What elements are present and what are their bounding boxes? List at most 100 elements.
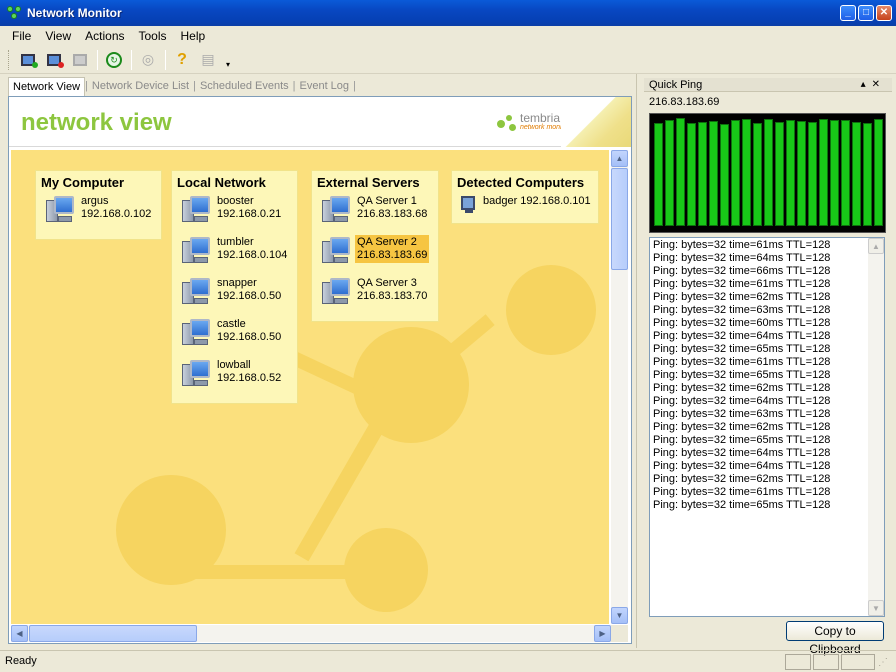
ping-bar <box>731 120 740 226</box>
device-qa-server-1[interactable]: QA Server 1 216.83.183.68 <box>312 191 438 232</box>
group-my-computer: My Computer argus 192.168.0.102 <box>35 170 162 240</box>
status-text: Ready <box>5 655 37 667</box>
log-line: Ping: bytes=32 time=62ms TTL=128 <box>653 421 831 433</box>
ping-bar <box>852 122 861 226</box>
copy-to-clipboard-button[interactable]: Copy to Clipboard <box>786 621 884 656</box>
log-line: Ping: bytes=32 time=64ms TTL=128 <box>653 460 831 472</box>
device-castle[interactable]: castle 192.168.0.50 <box>172 314 297 355</box>
device-name: castle <box>217 318 246 330</box>
toolbar-dropdown-icon[interactable]: ▾ <box>223 54 233 76</box>
refresh-icon[interactable]: ↻ <box>103 49 125 71</box>
computer-icon <box>320 194 352 226</box>
collapse-icon[interactable]: ▴ <box>861 79 872 90</box>
log-line: Ping: bytes=32 time=64ms TTL=128 <box>653 330 831 342</box>
device-ip: 216.83.183.68 <box>357 208 428 220</box>
device-ip: 192.168.0.50 <box>217 331 282 343</box>
log-line: Ping: bytes=32 time=64ms TTL=128 <box>653 252 831 264</box>
group-title: Detected Computers <box>457 175 585 190</box>
scroll-left-button[interactable]: ◀ <box>11 625 28 642</box>
scroll-right-button[interactable]: ▶ <box>594 625 611 642</box>
log-line: Ping: bytes=32 time=61ms TTL=128 <box>653 356 831 368</box>
computer-icon <box>180 276 212 308</box>
device-ip: 192.168.0.102 <box>81 208 152 220</box>
vertical-scrollbar[interactable]: ▲ ▼ <box>611 150 628 624</box>
add-device-icon[interactable] <box>17 49 39 71</box>
ping-bar <box>676 118 685 226</box>
tab-network-device-list[interactable]: Network Device List <box>88 80 193 92</box>
network-canvas[interactable]: My Computer argus 192.168.0.102 Local Net… <box>11 150 609 624</box>
title-bar: Network Monitor _ □ ✕ <box>0 0 896 26</box>
device-tumbler[interactable]: tumbler 192.168.0.104 <box>172 232 297 273</box>
scroll-thumb[interactable] <box>29 625 197 642</box>
device-name: QA Server 1 <box>357 195 417 207</box>
toolbar-grip[interactable] <box>8 49 11 70</box>
device-ip: 216.83.183.70 <box>357 290 428 302</box>
ping-log-list[interactable]: Ping: bytes=32 time=61ms TTL=128 Ping: by… <box>649 237 885 617</box>
app-network-icon <box>7 6 21 20</box>
help-icon[interactable]: ? <box>171 49 193 71</box>
window-title: Network Monitor <box>27 6 122 20</box>
ping-bar <box>819 119 828 226</box>
ping-bar <box>687 123 696 226</box>
device-ip: 216.83.183.69 <box>357 249 428 261</box>
log-scrollbar[interactable]: ▲ ▼ <box>868 238 884 616</box>
log-line: Ping: bytes=32 time=65ms TTL=128 <box>653 343 831 355</box>
scroll-down-button[interactable]: ▼ <box>868 600 884 616</box>
device-booster[interactable]: booster 192.168.0.21 <box>172 191 297 232</box>
tab-event-log[interactable]: Event Log <box>296 80 354 92</box>
device-ip: 192.168.0.21 <box>217 208 282 220</box>
log-line: Ping: bytes=32 time=64ms TTL=128 <box>653 395 831 407</box>
quick-ping-header: Quick Ping ▴✕ <box>644 78 892 92</box>
tab-network-view[interactable]: Network View <box>8 76 86 96</box>
log-line: Ping: bytes=32 time=62ms TTL=128 <box>653 382 831 394</box>
device-argus[interactable]: argus 192.168.0.102 <box>36 191 161 232</box>
device-name: snapper <box>217 277 257 289</box>
print-icon[interactable]: ▤ <box>197 49 219 71</box>
device-label: badger 192.168.0.101 <box>483 195 591 207</box>
menu-file[interactable]: File <box>12 29 31 43</box>
ping-bar <box>830 120 839 226</box>
ping-bar <box>775 122 784 226</box>
device-badger[interactable]: badger 192.168.0.101 <box>452 191 598 232</box>
menu-view[interactable]: View <box>45 29 71 43</box>
banner-decoration <box>561 97 631 147</box>
ping-bar <box>764 119 773 226</box>
ping-bar <box>698 122 707 226</box>
maximize-button[interactable]: □ <box>858 5 874 21</box>
horizontal-scrollbar[interactable]: ◀ ▶ <box>11 625 611 642</box>
ping-bar <box>786 120 795 226</box>
log-line: Ping: bytes=32 time=62ms TTL=128 <box>653 473 831 485</box>
device-qa-server-2[interactable]: QA Server 2 216.83.183.69 <box>312 232 438 273</box>
device-properties-icon[interactable] <box>69 49 91 71</box>
log-line: Ping: bytes=32 time=63ms TTL=128 <box>653 408 831 420</box>
remove-device-icon[interactable] <box>43 49 65 71</box>
menu-tools[interactable]: Tools <box>139 29 167 43</box>
log-line: Ping: bytes=32 time=65ms TTL=128 <box>653 369 831 381</box>
tab-scheduled-events[interactable]: Scheduled Events <box>196 80 293 92</box>
pane-splitter[interactable] <box>636 74 641 648</box>
scroll-thumb[interactable] <box>611 168 628 270</box>
menu-help[interactable]: Help <box>181 29 206 43</box>
menu-actions[interactable]: Actions <box>85 29 124 43</box>
banner: network view tembria network monitor™ <box>9 97 631 147</box>
scroll-down-button[interactable]: ▼ <box>611 607 628 624</box>
scroll-up-button[interactable]: ▲ <box>868 238 884 254</box>
network-view-panel: network view tembria network monitor™ My… <box>8 96 632 644</box>
log-line: Ping: bytes=32 time=66ms TTL=128 <box>653 265 831 277</box>
resize-grip-icon[interactable]: ⋰ <box>878 657 888 668</box>
device-qa-server-3[interactable]: QA Server 3 216.83.183.70 <box>312 273 438 314</box>
device-name: QA Server 3 <box>357 277 417 289</box>
minimize-button[interactable]: _ <box>840 5 856 21</box>
device-snapper[interactable]: snapper 192.168.0.50 <box>172 273 297 314</box>
device-ip: 192.168.0.104 <box>217 249 288 261</box>
device-lowball[interactable]: lowball 192.168.0.52 <box>172 355 297 396</box>
group-local-network: Local Network booster 192.168.0.21 tumble… <box>171 170 298 404</box>
scroll-up-button[interactable]: ▲ <box>611 150 628 167</box>
ping-icon[interactable]: ◎ <box>137 49 159 71</box>
ping-bar <box>654 123 663 226</box>
close-button[interactable]: ✕ <box>876 5 892 21</box>
close-pane-icon[interactable]: ✕ <box>872 79 886 90</box>
scrollbar-corner <box>611 625 628 642</box>
computer-icon <box>180 358 212 390</box>
log-line: Ping: bytes=32 time=65ms TTL=128 <box>653 499 831 511</box>
